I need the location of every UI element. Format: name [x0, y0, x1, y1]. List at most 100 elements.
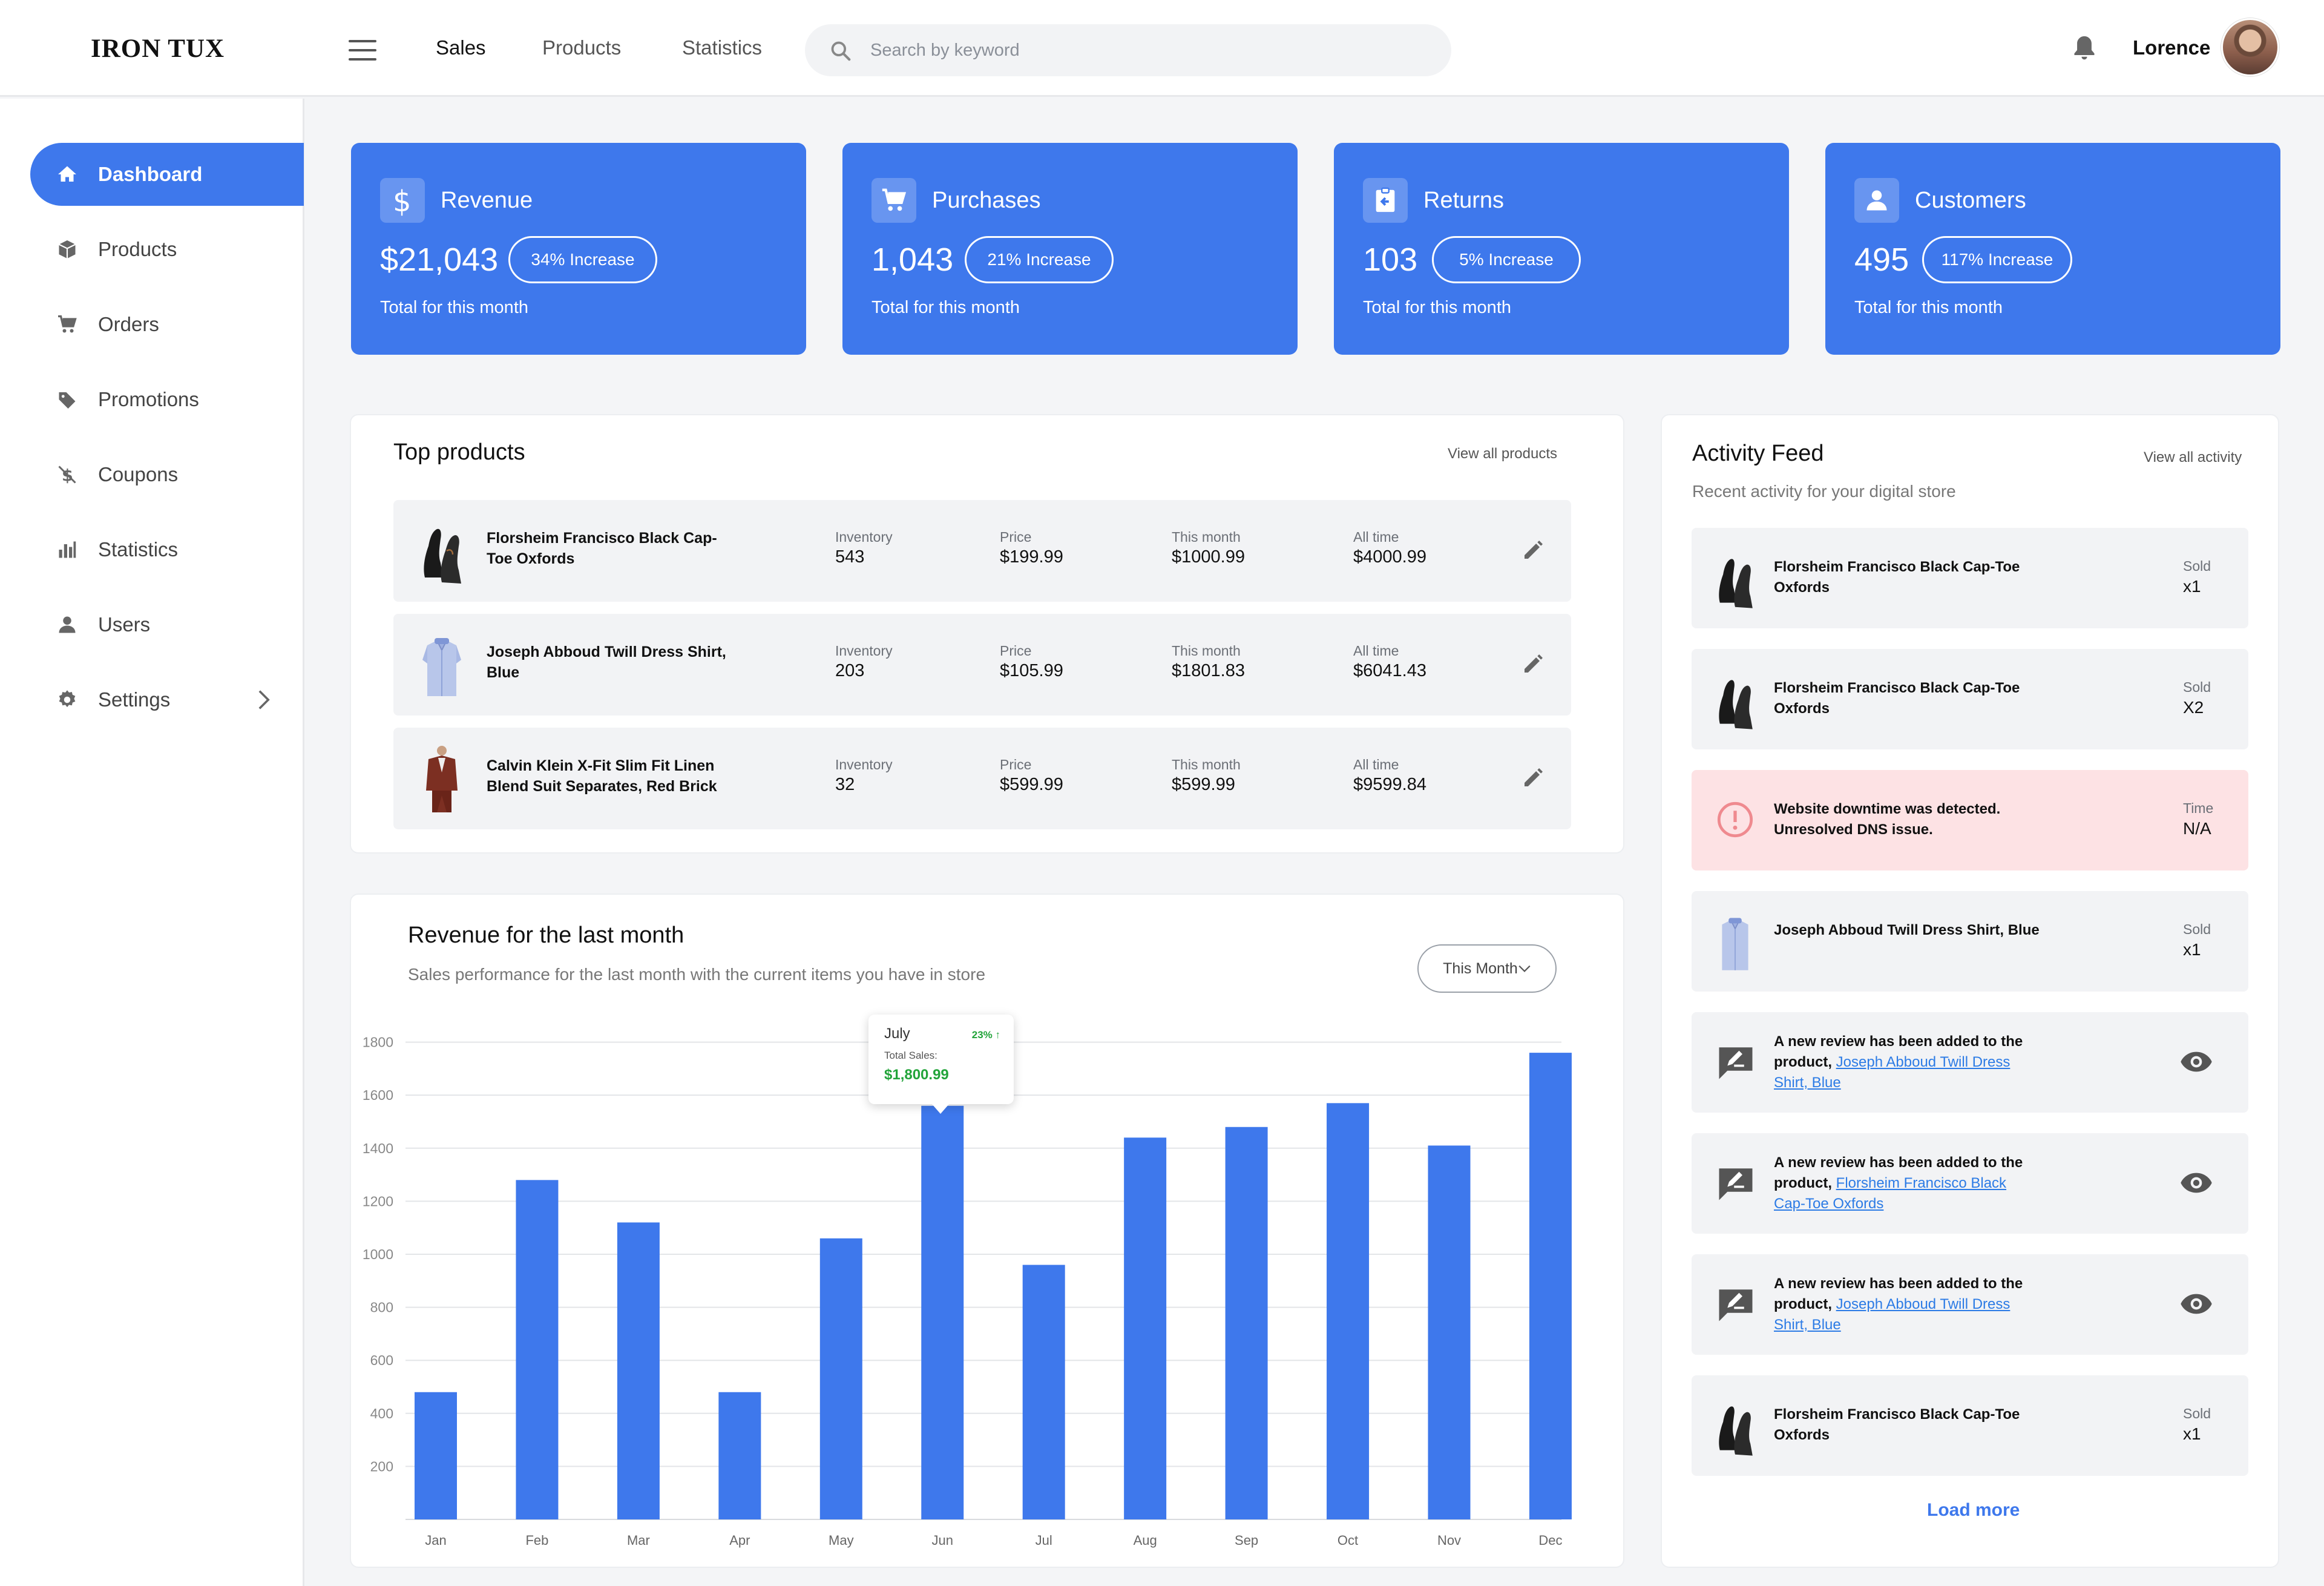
stat-value: 495 — [1854, 242, 1909, 278]
sidebar-item-users[interactable]: Users — [30, 593, 304, 656]
avatar[interactable] — [2221, 18, 2279, 76]
price-value: $199.99 — [1000, 547, 1063, 567]
sidebar-item-promotions[interactable]: Promotions — [30, 368, 304, 431]
price-label: Price — [1000, 757, 1032, 772]
bar-chart-icon — [54, 537, 80, 562]
list-item[interactable]: Florsheim Francisco Black Cap-Toe Oxford… — [1692, 1375, 2248, 1476]
bar-sep — [1225, 1127, 1268, 1519]
eye-icon[interactable] — [2179, 1170, 2213, 1196]
list-item-review[interactable]: A new review has been added to the produ… — [1692, 1254, 2248, 1355]
x-tick-label: May — [829, 1533, 854, 1548]
menu-icon[interactable] — [349, 40, 376, 61]
y-tick-label: 1800 — [363, 1035, 393, 1050]
box-icon — [54, 237, 80, 262]
panel-subtitle: Recent activity for your digital store — [1692, 482, 1956, 501]
bar-dec — [1529, 1053, 1572, 1519]
period-dropdown[interactable]: This Month — [1417, 944, 1557, 993]
list-item-review[interactable]: A new review has been added to the produ… — [1692, 1012, 2248, 1113]
sidebar-item-label: Coupons — [98, 463, 179, 485]
tooltip-month: July — [884, 1025, 910, 1042]
product-image-shoe — [1719, 680, 1753, 729]
chevron-down-icon — [1518, 965, 1531, 972]
stat-title: Purchases — [932, 188, 1041, 213]
product-image-shirt — [1722, 918, 1748, 970]
stat-title: Customers — [1915, 188, 2026, 213]
activity-value: x1 — [2183, 577, 2201, 596]
list-item-alert[interactable]: Website downtime was detected. Unresolve… — [1692, 770, 2248, 870]
sidebar-item-orders[interactable]: Orders — [30, 293, 304, 356]
x-tick-label: Apr — [729, 1533, 750, 1548]
activity-label: Sold — [2183, 1406, 2211, 1421]
stat-card-customers[interactable]: Customers 495 117% Increase Total for th… — [1825, 143, 2280, 355]
view-all-products-link[interactable]: View all products — [1448, 446, 1557, 462]
coupon-icon: $ — [54, 462, 80, 487]
y-tick-label: 1000 — [363, 1246, 393, 1262]
sidebar-item-statistics[interactable]: Statistics — [30, 518, 304, 581]
y-tick-label: 1200 — [363, 1193, 393, 1209]
activity-text: A new review has been added to the produ… — [1774, 1032, 2040, 1093]
eye-icon[interactable] — [2179, 1048, 2213, 1075]
panel-title: Top products — [393, 439, 525, 465]
y-tick-label: 1400 — [363, 1140, 393, 1156]
activity-text: Website downtime was detected. Unresolve… — [1774, 801, 2001, 838]
inventory-value: 203 — [835, 661, 865, 680]
load-more-button[interactable]: Load more — [1927, 1500, 2020, 1521]
topnav-products[interactable]: Products — [542, 36, 621, 59]
pencil-icon[interactable] — [1521, 651, 1546, 676]
table-row[interactable]: Calvin Klein X-Fit Slim Fit Linen Blend … — [393, 728, 1571, 829]
brand-logo[interactable]: IRON TUX — [91, 34, 225, 64]
tooltip-change: 23% ↑ — [972, 1029, 1000, 1041]
inventory-label: Inventory — [835, 643, 893, 659]
list-item[interactable]: Florsheim Francisco Black Cap-Toe Oxford… — [1692, 528, 2248, 628]
topnav-statistics[interactable]: Statistics — [682, 36, 762, 59]
user-name[interactable]: Lorence — [2133, 36, 2210, 59]
sidebar-item-label: Promotions — [98, 388, 199, 410]
chevron-right-icon — [258, 690, 270, 709]
sidebar-item-settings[interactable]: Settings — [30, 668, 304, 731]
activity-text: Florsheim Francisco Black Cap-Toe Oxford… — [1774, 559, 2020, 596]
activity-label: Sold — [2183, 558, 2211, 574]
x-tick-label: Mar — [627, 1533, 650, 1548]
inventory-label: Inventory — [835, 529, 893, 545]
list-item-review[interactable]: A new review has been added to the produ… — [1692, 1133, 2248, 1234]
stat-card-purchases[interactable]: Purchases 1,043 21% Increase Total for t… — [842, 143, 1298, 355]
price-label: Price — [1000, 643, 1032, 659]
x-tick-label: Jun — [932, 1533, 953, 1548]
stat-card-revenue[interactable]: $ Revenue $21,043 34% Increase Total for… — [351, 143, 806, 355]
pencil-icon[interactable] — [1521, 765, 1546, 789]
topnav-sales[interactable]: Sales — [436, 36, 486, 59]
all-time-value: $4000.99 — [1353, 547, 1426, 567]
bell-icon[interactable] — [2071, 34, 2098, 63]
sidebar-item-products[interactable]: Products — [30, 218, 304, 281]
eye-icon[interactable] — [2179, 1291, 2213, 1317]
y-tick-label: 600 — [370, 1352, 393, 1368]
sidebar-item-coupons[interactable]: $ Coupons — [30, 443, 304, 506]
search-input[interactable] — [870, 38, 1415, 63]
view-all-activity-link[interactable]: View all activity — [2144, 449, 2242, 466]
panel-subtitle: Sales performance for the last month wit… — [408, 965, 986, 984]
bar-may — [819, 1238, 862, 1519]
search-icon — [831, 41, 851, 61]
sidebar-item-dashboard[interactable]: Dashboard — [30, 143, 304, 206]
dollar-icon: $ — [380, 178, 425, 223]
product-image-shoe — [1719, 559, 1753, 608]
list-item[interactable]: Florsheim Francisco Black Cap-Toe Oxford… — [1692, 649, 2248, 749]
pencil-icon[interactable] — [1521, 538, 1546, 562]
user-icon — [1854, 178, 1899, 223]
this-month-label: This month — [1172, 757, 1241, 772]
dropdown-value: This Month — [1443, 959, 1518, 977]
this-month-label: This month — [1172, 529, 1241, 545]
bar-jun — [921, 1105, 964, 1519]
table-row[interactable]: Joseph Abboud Twill Dress Shirt, Blue In… — [393, 614, 1571, 716]
y-tick-label: 1600 — [363, 1087, 393, 1103]
stat-increase-badge: 5% Increase — [1432, 236, 1581, 283]
activity-text: Joseph Abboud Twill Dress Shirt, Blue — [1774, 922, 2040, 938]
all-time-label: All time — [1353, 529, 1399, 545]
activity-label: Sold — [2183, 679, 2211, 695]
x-tick-label: Sep — [1235, 1533, 1258, 1548]
tooltip-label: Total Sales: — [884, 1050, 937, 1061]
y-tick-label: 200 — [370, 1458, 393, 1474]
stat-card-returns[interactable]: Returns 103 5% Increase Total for this m… — [1334, 143, 1789, 355]
table-row[interactable]: Florsheim Francisco Black Cap-Toe Oxford… — [393, 500, 1571, 602]
list-item[interactable]: Joseph Abboud Twill Dress Shirt, Blue So… — [1692, 891, 2248, 992]
